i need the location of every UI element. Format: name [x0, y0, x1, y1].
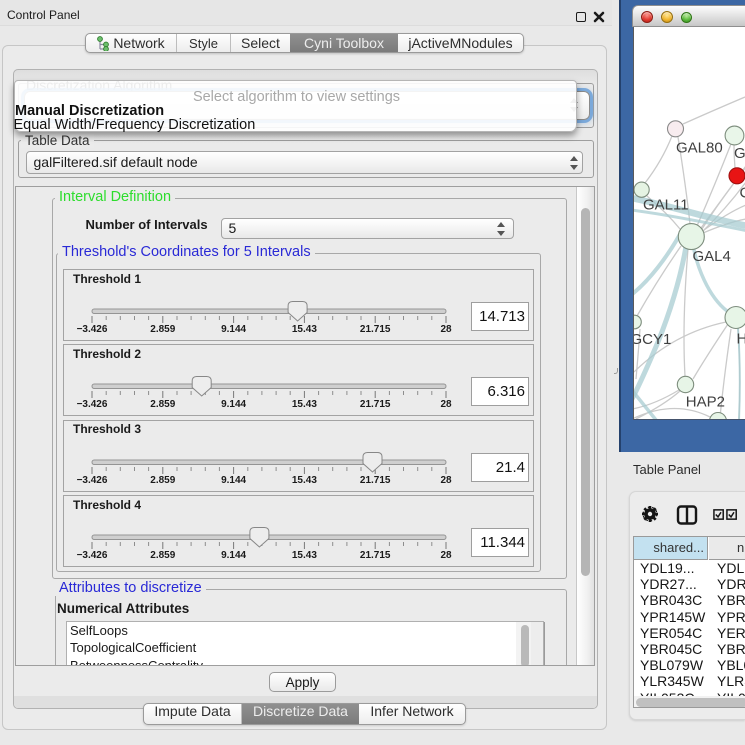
- svg-text:H: H: [737, 331, 745, 348]
- svg-text:GAL4: GAL4: [693, 248, 731, 265]
- svg-text:HAP2: HAP2: [686, 394, 725, 411]
- svg-text:C: C: [740, 185, 745, 202]
- svg-text:GAL80: GAL80: [676, 140, 723, 157]
- svg-text:G: G: [734, 145, 745, 162]
- svg-text:GCY1: GCY1: [634, 331, 671, 348]
- svg-text:GAL11: GAL11: [643, 197, 689, 214]
